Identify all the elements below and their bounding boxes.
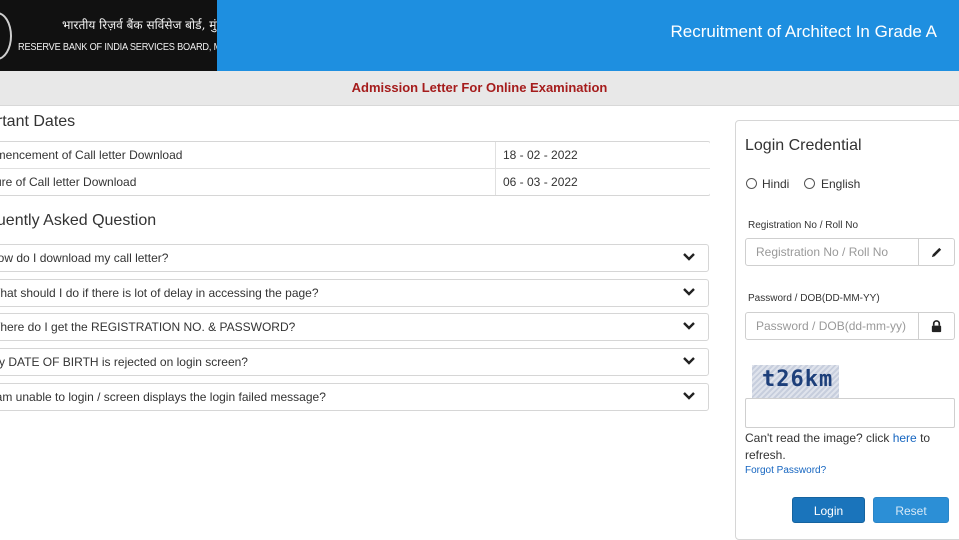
captcha-text: t26km (762, 367, 834, 392)
faq-question: I am unable to login / screen displays t… (0, 390, 326, 404)
info-column: ortant Dates nmencement of Call letter D… (0, 105, 710, 540)
faq-question: Where do I get the REGISTRATION NO. & PA… (0, 320, 296, 334)
faq-item[interactable]: Where do I get the REGISTRATION NO. & PA… (0, 313, 709, 341)
login-button[interactable]: Login (792, 497, 865, 523)
faq-title: quently Asked Question (0, 212, 157, 229)
chevron-down-icon (683, 392, 695, 400)
login-title: Login Credential (745, 137, 862, 154)
date-label: sure of Call letter Download (0, 169, 496, 195)
date-value: 18 - 02 - 2022 (503, 148, 578, 162)
page-title: Recruitment of Architect In Grade A (670, 22, 937, 41)
radio-hindi[interactable] (746, 178, 757, 189)
password-addon (919, 312, 955, 340)
faq-item[interactable]: I am unable to login / screen displays t… (0, 383, 709, 411)
sub-header: Admission Letter For Online Examination (0, 71, 959, 106)
faq-question: How do I download my call letter? (0, 251, 169, 265)
reset-button[interactable]: Reset (873, 497, 949, 523)
date-value: 06 - 03 - 2022 (503, 175, 578, 189)
chevron-down-icon (683, 288, 695, 296)
date-label: nmencement of Call letter Download (0, 142, 496, 168)
table-row: nmencement of Call letter Download 18 - … (0, 142, 710, 168)
captcha-refresh-text: Can't read the image? click here to refr… (745, 430, 959, 464)
page-header: भारतीय रिज़र्व बैंक सर्विसेज बोर्ड, मुंब… (0, 0, 959, 71)
faq-question: What should I do if there is lot of dela… (0, 286, 319, 300)
registration-input[interactable] (745, 238, 919, 266)
captcha-image: t26km (752, 365, 839, 399)
captcha-refresh-link[interactable]: here (893, 431, 917, 445)
captcha-refresh-prefix: Can't read the image? click (745, 431, 893, 445)
registration-addon (919, 238, 955, 266)
login-panel: Login Credential Hindi English Registrat… (735, 120, 959, 540)
chevron-down-icon (683, 322, 695, 330)
table-row: sure of Call letter Download 06 - 03 - 2… (0, 168, 710, 195)
important-dates-table: nmencement of Call letter Download 18 - … (0, 141, 710, 196)
chevron-down-icon (683, 357, 695, 365)
lock-icon (931, 320, 942, 333)
pencil-icon (931, 247, 942, 258)
logo-english-text: RESERVE BANK OF INDIA SERVICES BOARD, MU… (18, 42, 217, 53)
faq-question: My DATE OF BIRTH is rejected on login sc… (0, 355, 248, 369)
radio-hindi-label[interactable]: Hindi (762, 177, 789, 191)
chevron-down-icon (683, 253, 695, 261)
rbi-logo: भारतीय रिज़र्व बैंक सर्विसेज बोर्ड, मुंब… (0, 0, 217, 71)
faq-item[interactable]: My DATE OF BIRTH is rejected on login sc… (0, 348, 709, 376)
radio-english[interactable] (804, 178, 815, 189)
captcha-input[interactable] (745, 398, 955, 428)
faq-item[interactable]: How do I download my call letter? (0, 244, 709, 272)
registration-label: Registration No / Roll No (748, 220, 859, 231)
radio-english-label[interactable]: English (821, 177, 860, 191)
important-dates-title: ortant Dates (0, 113, 76, 130)
password-input[interactable] (745, 312, 919, 340)
rbi-emblem-icon (0, 12, 12, 60)
password-label: Password / DOB(DD-MM-YY) (748, 293, 880, 304)
logo-hindi-text: भारतीय रिज़र्व बैंक सर्विसेज बोर्ड, मुंब… (62, 18, 217, 32)
faq-item[interactable]: What should I do if there is lot of dela… (0, 279, 709, 307)
forgot-password-link[interactable]: Forgot Password? (745, 465, 826, 476)
